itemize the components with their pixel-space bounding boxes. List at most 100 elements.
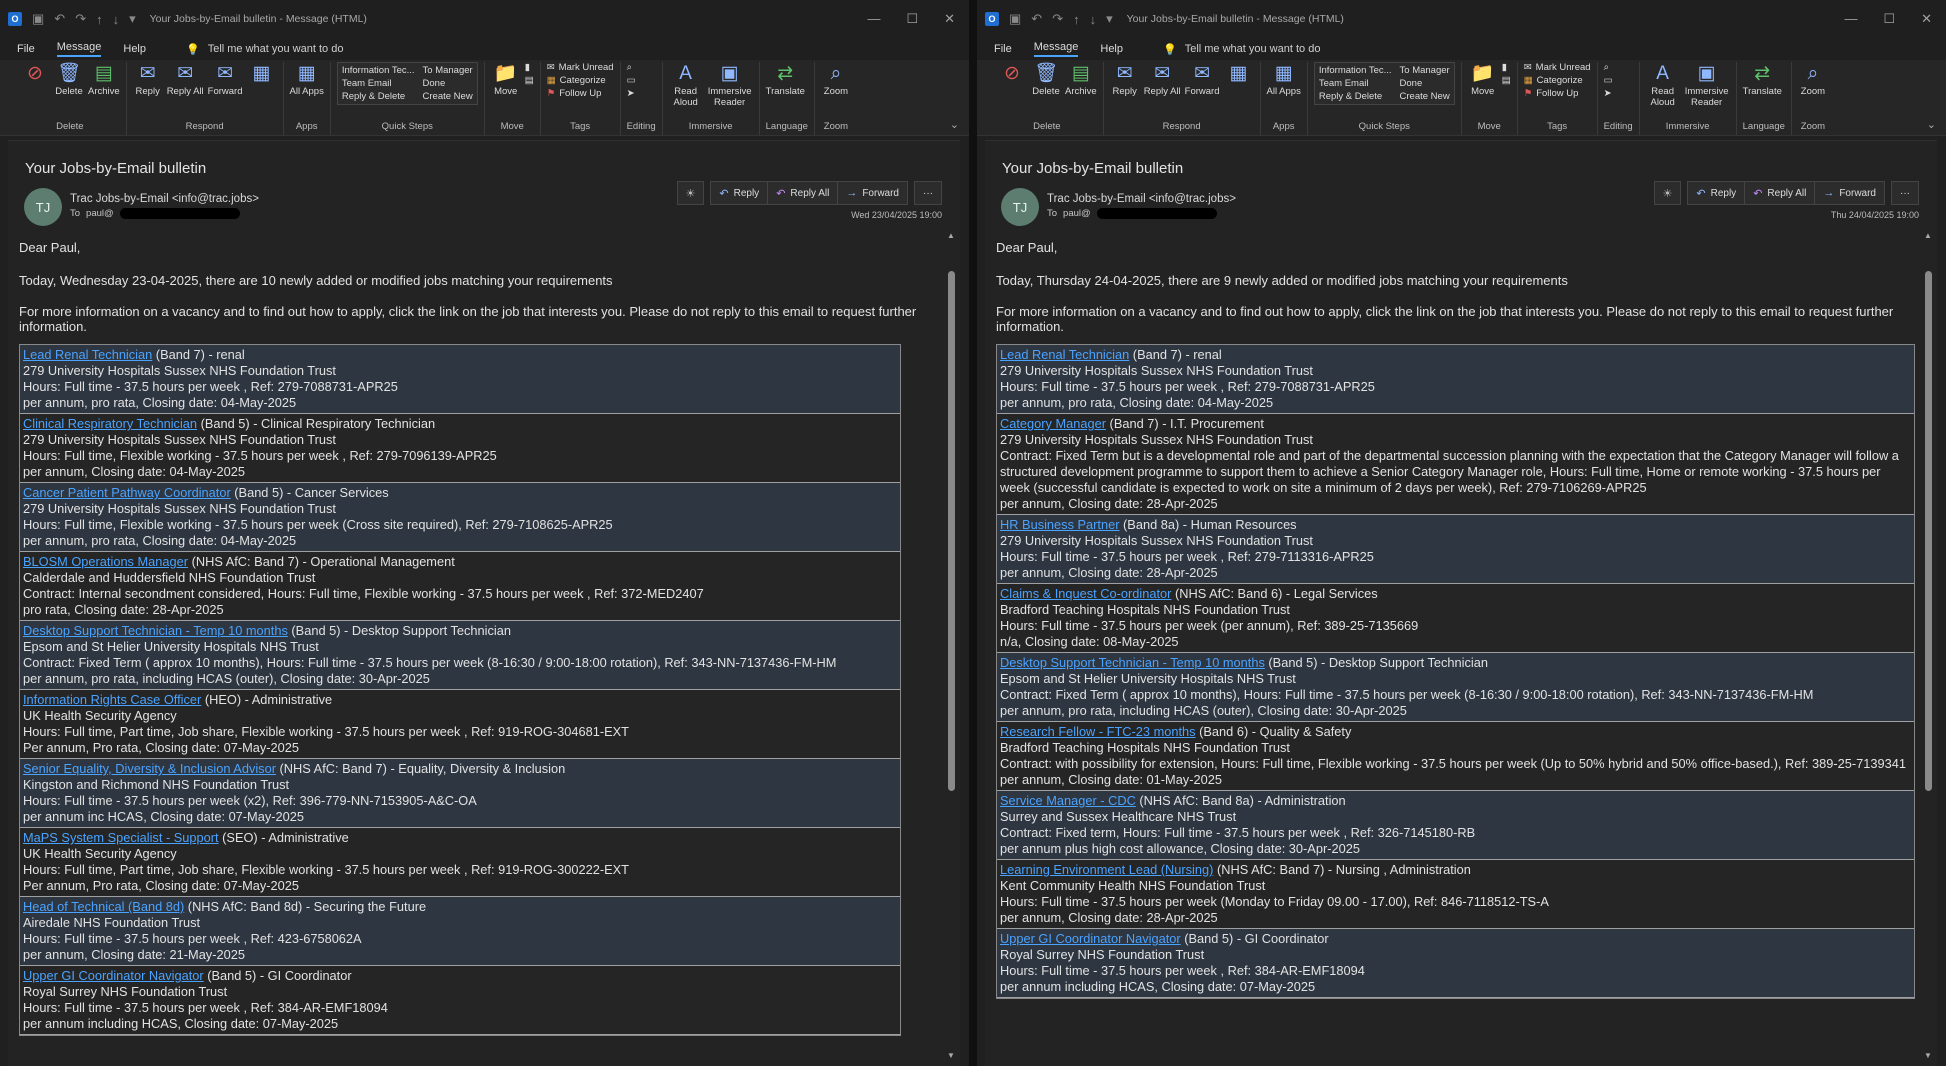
- job-title-link[interactable]: Clinical Respiratory Technician: [23, 416, 197, 431]
- minimize-icon[interactable]: —: [867, 11, 880, 27]
- scroll-down-icon[interactable]: ▼: [1924, 1051, 1932, 1060]
- categorize-button[interactable]: ▦ Categorize: [1524, 75, 1591, 86]
- find-button[interactable]: ⌕: [627, 62, 656, 73]
- customize-toolbar-icon[interactable]: ▾: [129, 11, 136, 27]
- job-title-link[interactable]: Claims & Inquest Co-ordinator: [1000, 586, 1171, 601]
- job-title-link[interactable]: Upper GI Coordinator Navigator: [23, 968, 204, 983]
- job-title-link[interactable]: Lead Renal Technician: [23, 347, 152, 362]
- read-aloud-button[interactable]: A Read Aloud: [1646, 62, 1680, 108]
- down-arrow-icon[interactable]: ↓: [113, 12, 120, 27]
- scrollbar[interactable]: ▲ ▼: [947, 231, 956, 1060]
- more-respond-button[interactable]: ▦: [247, 62, 277, 86]
- recipient-name[interactable]: paul@: [1063, 208, 1091, 219]
- ribbon-reply-button[interactable]: ✉ Reply: [133, 62, 163, 97]
- forward-button[interactable]: → Forward: [837, 181, 908, 205]
- rules-icon[interactable]: ▤: [525, 75, 534, 86]
- find-button[interactable]: ⌕: [1604, 62, 1633, 73]
- move-button[interactable]: 📁 Move: [1468, 62, 1498, 97]
- job-title-link[interactable]: Upper GI Coordinator Navigator: [1000, 931, 1181, 946]
- categorize-button[interactable]: ▦ Categorize: [547, 75, 614, 86]
- redo-icon[interactable]: ↷: [1052, 11, 1063, 27]
- job-title-link[interactable]: HR Business Partner: [1000, 517, 1119, 532]
- follow-up-button[interactable]: ⚑ Follow Up: [1524, 88, 1591, 99]
- translate-button[interactable]: ⇄ Translate: [766, 62, 805, 97]
- junk-button[interactable]: ⊘: [997, 62, 1027, 86]
- zoom-button[interactable]: ⌕ Zoom: [821, 62, 851, 97]
- sender-avatar[interactable]: TJ: [24, 188, 62, 226]
- move-button[interactable]: 📁 Move: [491, 62, 521, 97]
- onenote-icon[interactable]: ▮: [525, 62, 530, 73]
- sender-name[interactable]: Trac Jobs-by-Email <info@trac.jobs>: [70, 193, 259, 205]
- job-title-link[interactable]: Learning Environment Lead (Nursing): [1000, 862, 1213, 877]
- quick-step-done[interactable]: Done: [423, 78, 473, 89]
- mark-unread-button[interactable]: ✉ Mark Unread: [547, 62, 614, 73]
- translate-button[interactable]: ⇄ Translate: [1743, 62, 1782, 97]
- close-icon[interactable]: ✕: [1921, 11, 1932, 27]
- menu-file[interactable]: File: [17, 43, 35, 55]
- quick-step-create-new[interactable]: Create New: [423, 91, 473, 102]
- job-title-link[interactable]: Desktop Support Technician - Temp 10 mon…: [23, 623, 288, 638]
- quick-step-to-manager[interactable]: To Manager: [1400, 65, 1450, 76]
- save-icon[interactable]: ▣: [1009, 11, 1021, 27]
- menu-message[interactable]: Message: [1033, 41, 1079, 57]
- zoom-button[interactable]: ⌕ Zoom: [1798, 62, 1828, 97]
- select-button[interactable]: ➤: [1604, 88, 1633, 99]
- quick-step-create-new[interactable]: Create New: [1400, 91, 1450, 102]
- quick-step-team-email[interactable]: Team Email: [342, 78, 415, 89]
- sender-avatar[interactable]: TJ: [1001, 188, 1039, 226]
- quick-step-information-tec[interactable]: Information Tec...: [1319, 65, 1392, 76]
- quick-step-reply-delete[interactable]: Reply & Delete: [1319, 91, 1392, 102]
- read-aloud-button[interactable]: A Read Aloud: [669, 62, 703, 108]
- scroll-thumb[interactable]: [948, 271, 955, 791]
- recipient-name[interactable]: paul@: [86, 208, 114, 219]
- minimize-icon[interactable]: —: [1844, 11, 1857, 27]
- undo-icon[interactable]: ↶: [1031, 11, 1042, 27]
- collapse-ribbon-icon[interactable]: ⌄: [1927, 118, 1936, 131]
- maximize-icon[interactable]: ☐: [1883, 11, 1895, 27]
- job-title-link[interactable]: Senior Equality, Diversity & Inclusion A…: [23, 761, 276, 776]
- menu-message[interactable]: Message: [56, 41, 102, 57]
- reply-all-button[interactable]: ↶ Reply All: [1744, 181, 1815, 205]
- maximize-icon[interactable]: ☐: [906, 11, 918, 27]
- collapse-ribbon-icon[interactable]: ⌄: [950, 118, 959, 131]
- customize-toolbar-icon[interactable]: ▾: [1106, 11, 1113, 27]
- job-title-link[interactable]: Lead Renal Technician: [1000, 347, 1129, 362]
- sun-button[interactable]: ☀: [1653, 181, 1682, 205]
- junk-button[interactable]: ⊘: [20, 62, 50, 86]
- job-title-link[interactable]: Cancer Patient Pathway Coordinator: [23, 485, 231, 500]
- archive-button[interactable]: ▤ Archive: [1065, 62, 1097, 97]
- quick-step-information-tec[interactable]: Information Tec...: [342, 65, 415, 76]
- delete-button[interactable]: 🗑 Delete: [54, 62, 84, 97]
- all-apps-button[interactable]: ▦ All Apps: [290, 62, 324, 97]
- onenote-icon[interactable]: ▮: [1502, 62, 1507, 73]
- mark-unread-button[interactable]: ✉ Mark Unread: [1524, 62, 1591, 73]
- ribbon-forward-button[interactable]: ✉ Forward: [1185, 62, 1220, 97]
- scroll-thumb[interactable]: [1925, 271, 1932, 791]
- ribbon-reply-all-button[interactable]: ✉ Reply All: [167, 62, 204, 97]
- close-icon[interactable]: ✕: [944, 11, 955, 27]
- up-arrow-icon[interactable]: ↑: [96, 12, 103, 27]
- quick-step-team-email[interactable]: Team Email: [1319, 78, 1392, 89]
- related-button[interactable]: ▭: [627, 75, 656, 86]
- follow-up-button[interactable]: ⚑ Follow Up: [547, 88, 614, 99]
- rules-icon[interactable]: ▤: [1502, 75, 1511, 86]
- menu-help[interactable]: Help: [1100, 43, 1123, 55]
- job-title-link[interactable]: Desktop Support Technician - Temp 10 mon…: [1000, 655, 1265, 670]
- immersive-reader-button[interactable]: ▣ Immersive Reader: [707, 62, 753, 108]
- job-title-link[interactable]: MaPS System Specialist - Support: [23, 830, 219, 845]
- reply-button[interactable]: ↶ Reply: [710, 181, 768, 205]
- ribbon-forward-button[interactable]: ✉ Forward: [208, 62, 243, 97]
- redo-icon[interactable]: ↷: [75, 11, 86, 27]
- quick-step-to-manager[interactable]: To Manager: [423, 65, 473, 76]
- job-title-link[interactable]: Category Manager: [1000, 416, 1106, 431]
- scroll-up-icon[interactable]: ▲: [947, 231, 955, 240]
- menu-file[interactable]: File: [994, 43, 1012, 55]
- related-button[interactable]: ▭: [1604, 75, 1633, 86]
- undo-icon[interactable]: ↶: [54, 11, 65, 27]
- delete-button[interactable]: 🗑 Delete: [1031, 62, 1061, 97]
- save-icon[interactable]: ▣: [32, 11, 44, 27]
- forward-button[interactable]: → Forward: [1814, 181, 1885, 205]
- menu-help[interactable]: Help: [123, 43, 146, 55]
- all-apps-button[interactable]: ▦ All Apps: [1267, 62, 1301, 97]
- select-button[interactable]: ➤: [627, 88, 656, 99]
